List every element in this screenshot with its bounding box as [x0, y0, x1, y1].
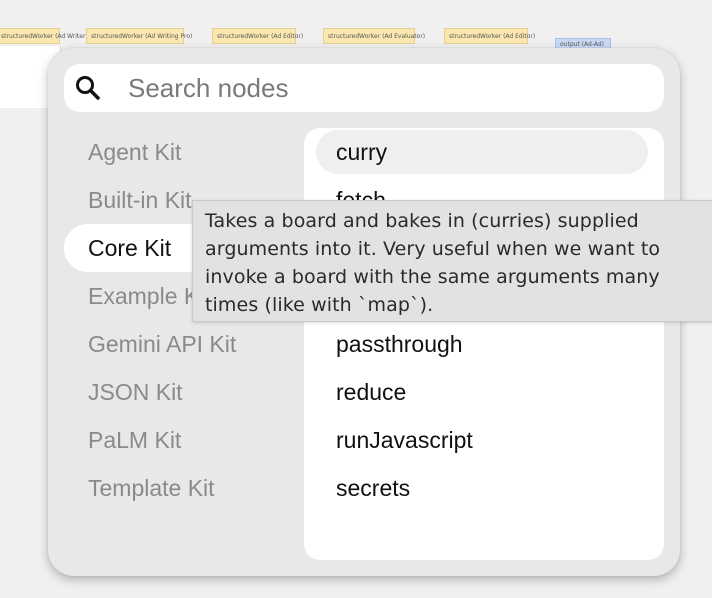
kit-item-json-kit[interactable]: JSON Kit — [64, 368, 304, 416]
kit-item-palm-kit[interactable]: PaLM Kit — [64, 416, 304, 464]
node-item-secrets[interactable]: secrets — [316, 466, 648, 510]
node-list: curry fetch invoke map passthrough reduc… — [304, 128, 664, 560]
node-description-tooltip: Takes a board and bakes in (curries) sup… — [192, 200, 712, 322]
search-box — [64, 64, 664, 112]
node-item-reduce[interactable]: reduce — [316, 370, 648, 414]
node-item-curry[interactable]: curry — [316, 130, 648, 174]
node-item-runjavascript[interactable]: runJavascript — [316, 418, 648, 462]
canvas-node[interactable]: structuredWorker (Ad Writer) — [0, 28, 88, 44]
canvas-node[interactable]: structuredWorker (Ad Writing Pro) — [86, 28, 192, 44]
canvas-node[interactable]: structuredWorker (Ad Editor) — [212, 28, 303, 44]
search-input[interactable] — [128, 64, 648, 112]
kit-item-agent-kit[interactable]: Agent Kit — [64, 128, 304, 176]
canvas-node[interactable]: structuredWorker (Ad Evaluator) — [323, 28, 425, 44]
kit-item-gemini-api-kit[interactable]: Gemini API Kit — [64, 320, 304, 368]
canvas-node[interactable]: structuredWorker (Ad Editor) — [444, 28, 535, 44]
node-item-passthrough[interactable]: passthrough — [316, 322, 648, 366]
kit-item-template-kit[interactable]: Template Kit — [64, 464, 304, 512]
search-icon — [76, 76, 100, 100]
